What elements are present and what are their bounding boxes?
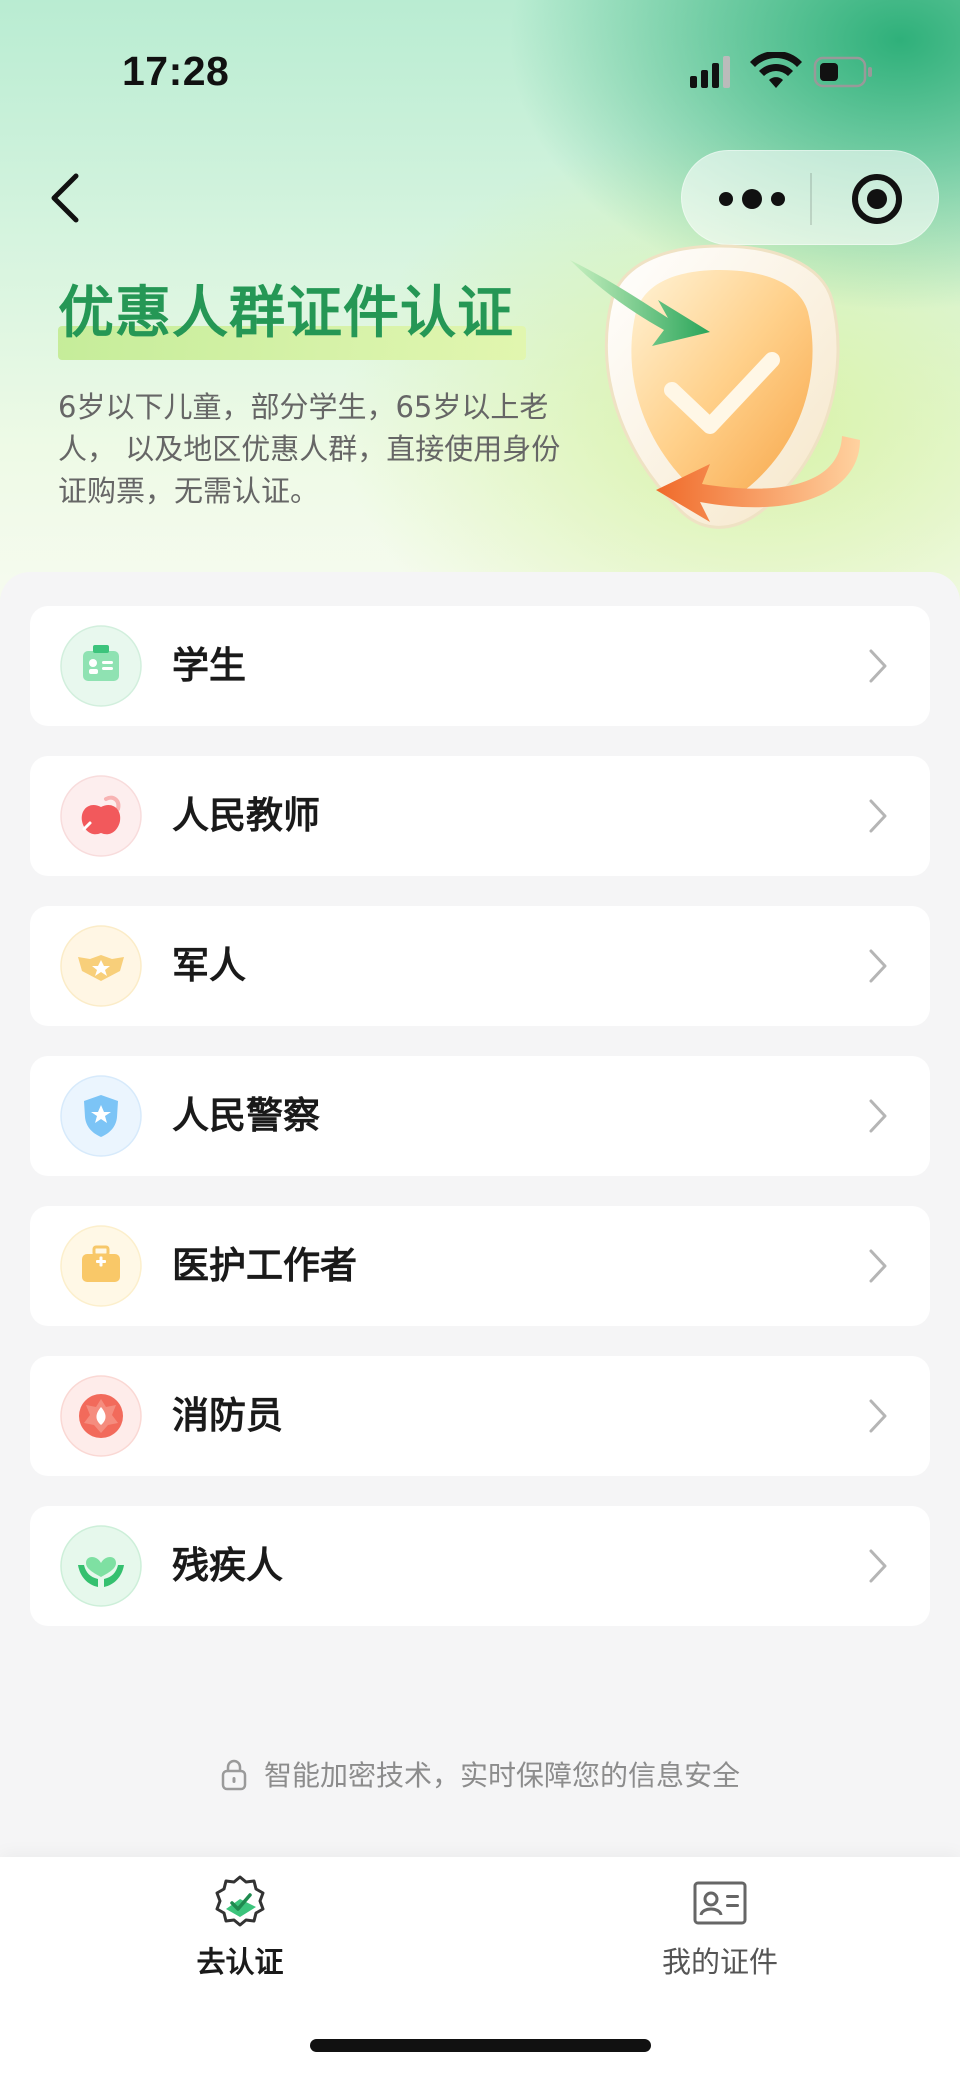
status-icons xyxy=(690,52,872,88)
header-banner: 17:28 优惠人群证件认证 6岁以下儿童，部分学生，65岁以上老人， 以及地区… xyxy=(0,0,960,600)
home-indicator xyxy=(310,2039,651,2052)
heart-hands-icon xyxy=(60,1525,142,1607)
wifi-icon xyxy=(750,52,802,88)
category-disabled[interactable]: 残疾人 xyxy=(30,1506,930,1626)
certify-badge-icon xyxy=(215,1875,265,1927)
status-bar: 17:28 xyxy=(0,0,960,140)
military-badge-icon xyxy=(60,925,142,1007)
category-medical[interactable]: 医护工作者 xyxy=(30,1206,930,1326)
chevron-right-icon xyxy=(869,1549,887,1583)
category-firefighter[interactable]: 消防员 xyxy=(30,1356,930,1476)
category-police[interactable]: 人民警察 xyxy=(30,1056,930,1176)
chevron-right-icon xyxy=(869,649,887,683)
more-dots-icon[interactable] xyxy=(712,171,792,227)
bottom-tab-bar: 去认证 我的证件 xyxy=(0,1857,960,2079)
student-id-card-icon xyxy=(60,625,142,707)
back-icon[interactable] xyxy=(44,170,92,226)
police-shield-icon xyxy=(60,1075,142,1157)
page-title-block: 优惠人群证件认证 xyxy=(58,268,526,360)
category-label: 消防员 xyxy=(172,1394,283,1437)
category-label: 人民警察 xyxy=(172,1094,320,1137)
chevron-right-icon xyxy=(869,1399,887,1433)
category-military[interactable]: 军人 xyxy=(30,906,930,1026)
category-label: 医护工作者 xyxy=(172,1244,357,1287)
chevron-right-icon xyxy=(869,949,887,983)
tab-my-certificates[interactable]: 我的证件 xyxy=(600,1873,840,1983)
signal-icon xyxy=(690,56,730,88)
chevron-right-icon xyxy=(869,1099,887,1133)
page-description: 6岁以下儿童，部分学生，65岁以上老人， 以及地区优惠人群，直接使用身份证购票，… xyxy=(58,390,561,508)
target-close-icon[interactable] xyxy=(832,171,922,227)
battery-icon xyxy=(813,56,872,88)
teacher-apple-icon xyxy=(60,775,142,857)
category-label: 人民教师 xyxy=(172,794,320,837)
tab-label: 去认证 xyxy=(196,1945,284,1979)
fire-emblem-icon xyxy=(60,1375,142,1457)
category-label: 学生 xyxy=(172,644,246,687)
certificate-category-list: 学生 人民教师 军人 人民警察 医护工作者 消防员 残疾人 xyxy=(0,572,960,1857)
page-title: 优惠人群证件认证 xyxy=(58,281,514,346)
category-label: 残疾人 xyxy=(172,1544,283,1587)
chevron-right-icon xyxy=(869,1249,887,1283)
security-note-text: 智能加密技术，实时保障您的信息安全 xyxy=(263,1759,740,1792)
category-student[interactable]: 学生 xyxy=(30,606,930,726)
security-note: 智能加密技术，实时保障您的信息安全 xyxy=(0,1754,960,1798)
chevron-right-icon xyxy=(869,799,887,833)
status-time: 17:28 xyxy=(122,48,230,94)
medical-kit-icon xyxy=(60,1225,142,1307)
capsule-divider xyxy=(810,173,812,225)
verified-shield-illustration xyxy=(570,244,860,529)
id-card-icon xyxy=(693,1881,747,1925)
category-label: 军人 xyxy=(172,944,246,987)
tab-label: 我的证件 xyxy=(661,1945,778,1979)
mini-program-capsule xyxy=(681,150,939,245)
lock-icon xyxy=(221,1759,247,1791)
tab-certify[interactable]: 去认证 xyxy=(120,1873,360,1983)
category-teacher[interactable]: 人民教师 xyxy=(30,756,930,876)
